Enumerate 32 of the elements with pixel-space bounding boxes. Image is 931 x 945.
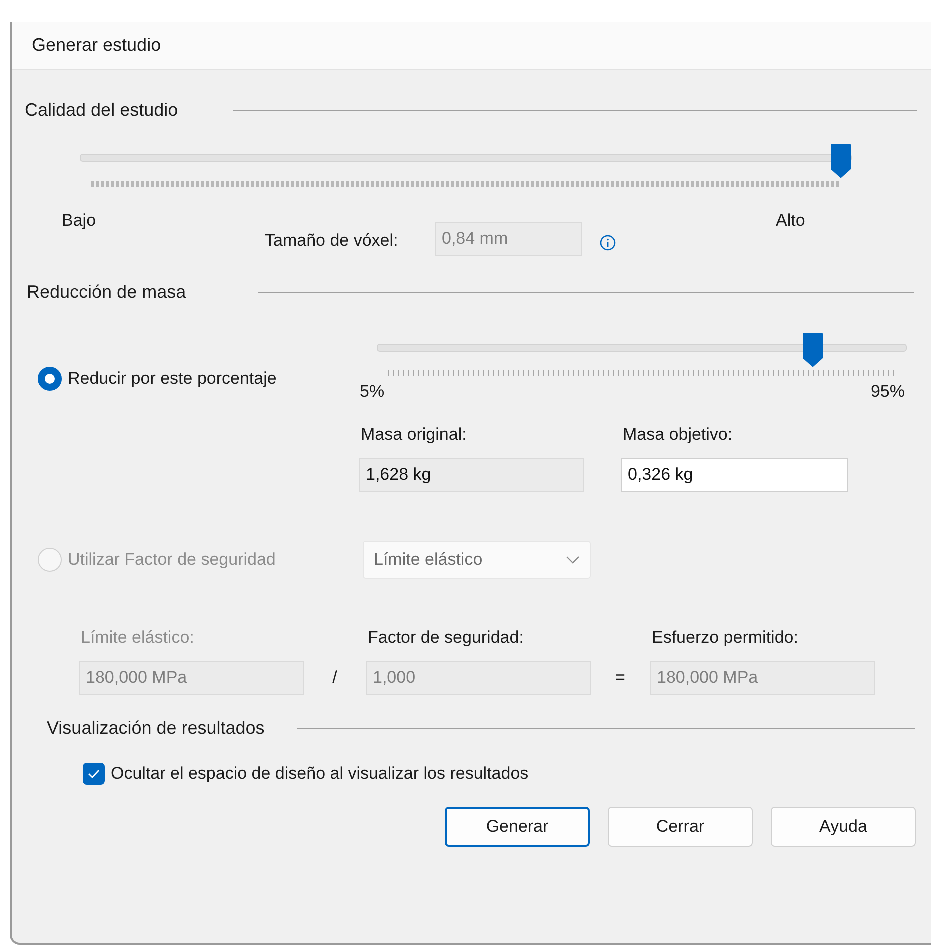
section-title: Visualización de resultados bbox=[47, 718, 265, 738]
slider-thumb[interactable] bbox=[830, 143, 852, 179]
checkbox[interactable] bbox=[83, 763, 105, 785]
mass-field[interactable]: 0,326 kg bbox=[621, 458, 848, 492]
operator-sign: = bbox=[614, 667, 626, 689]
section-title: Reducción de masa bbox=[27, 282, 186, 302]
info-icon bbox=[600, 235, 616, 251]
slider-thumb[interactable] bbox=[802, 332, 824, 368]
min-label: 5% bbox=[360, 382, 385, 402]
mass-field[interactable]: 1,628 kg bbox=[359, 458, 584, 492]
slider[interactable] bbox=[377, 330, 907, 374]
dialog-button[interactable]: Generar bbox=[445, 807, 590, 847]
section-title: Calidad del estudio bbox=[25, 100, 178, 120]
operator-sign: / bbox=[332, 667, 338, 689]
dialog-button[interactable]: Ayuda bbox=[771, 807, 916, 847]
checkbox-label[interactable]: Ocultar el espacio de diseño al visualizar los resultados bbox=[111, 764, 529, 784]
chevron-down-icon bbox=[566, 556, 580, 564]
min-label: Bajo bbox=[62, 211, 98, 231]
field-label: Masa original: bbox=[360, 425, 468, 445]
field-label: Esfuerzo permitido: bbox=[651, 628, 800, 648]
window-title: Generar estudio bbox=[12, 22, 931, 70]
field-label: Masa objetivo: bbox=[622, 425, 734, 445]
field-label: Factor de seguridad: bbox=[367, 628, 525, 648]
field-label: Límite elástico: bbox=[80, 628, 196, 648]
check-icon bbox=[87, 768, 101, 780]
radio-label[interactable]: Reducir por este porcentaje bbox=[68, 369, 277, 389]
field-label: Tamaño de vóxel: bbox=[265, 231, 400, 251]
dialog-button[interactable]: Cerrar bbox=[608, 807, 753, 847]
max-label: 95% bbox=[870, 382, 905, 402]
radio-button[interactable] bbox=[38, 367, 62, 391]
criterion-dropdown[interactable]: Límite elástico bbox=[363, 541, 591, 579]
max-label: Alto bbox=[776, 211, 806, 231]
